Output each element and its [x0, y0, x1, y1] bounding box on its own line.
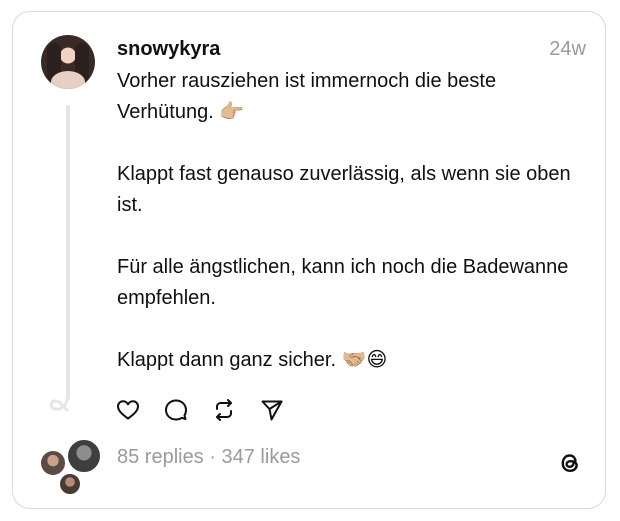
- comment-icon: [165, 399, 187, 421]
- post-body: Vorher rausziehen ist immernoch die best…: [117, 66, 587, 376]
- replier-avatar[interactable]: [66, 438, 102, 474]
- reply-button[interactable]: [164, 398, 188, 422]
- stats-separator: ·: [203, 446, 222, 468]
- likes-count[interactable]: 347 likes: [222, 446, 301, 468]
- repost-button[interactable]: [212, 398, 236, 422]
- thread-loop-icon: [49, 396, 69, 412]
- action-bar: [116, 398, 284, 422]
- post-timestamp: 24w: [549, 38, 586, 60]
- post-paragraph: Vorher rausziehen ist immernoch die best…: [117, 70, 497, 123]
- post-paragraph: Für alle ängstlichen, kann ich noch die …: [117, 256, 569, 309]
- avatar-shoulder: [51, 71, 85, 89]
- heart-icon: [117, 400, 139, 420]
- post-paragraph: Klappt dann ganz sicher. 🤝🏼😄: [117, 349, 388, 371]
- threads-logo-icon[interactable]: [556, 449, 584, 477]
- replies-count[interactable]: 85 replies: [117, 446, 204, 468]
- share-button[interactable]: [260, 398, 284, 422]
- author-avatar[interactable]: [41, 35, 95, 89]
- repost-icon: [216, 399, 232, 421]
- post-paragraph: Klappt fast genauso zuverlässig, als wen…: [117, 163, 571, 216]
- send-icon: [261, 400, 283, 421]
- replier-avatar[interactable]: [58, 472, 82, 496]
- author-username[interactable]: snowykyra: [117, 38, 220, 61]
- post-stats: 85 replies · 347 likes: [117, 446, 300, 469]
- like-button[interactable]: [116, 398, 140, 422]
- thread-line: [66, 105, 70, 400]
